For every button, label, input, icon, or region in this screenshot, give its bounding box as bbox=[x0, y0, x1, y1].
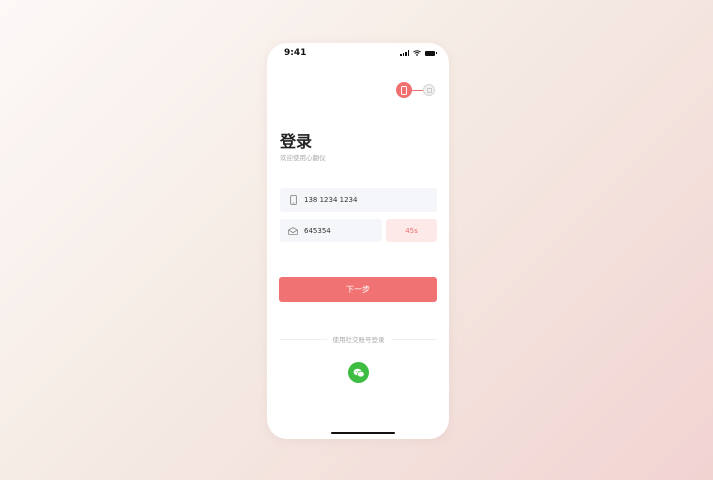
step-indicator bbox=[396, 82, 435, 98]
phone-icon bbox=[288, 195, 298, 205]
status-bar: 9:41 bbox=[267, 43, 449, 65]
home-indicator bbox=[331, 432, 395, 434]
divider-line-right bbox=[390, 338, 437, 340]
status-time: 9:41 bbox=[284, 48, 307, 58]
wechat-login-button[interactable] bbox=[348, 362, 369, 383]
phone-number-input[interactable]: 138 1234 1234 bbox=[280, 188, 437, 212]
battery-icon bbox=[425, 50, 437, 56]
resend-countdown-button[interactable]: 45s bbox=[386, 219, 437, 242]
phone-screen: 9:41 登录 欢迎使用心翻仪 138 1234 1234 645354 45s… bbox=[267, 43, 449, 439]
status-icons bbox=[400, 50, 437, 56]
step-connector bbox=[412, 89, 423, 91]
divider-line-left bbox=[280, 338, 327, 340]
page-title: 登录 bbox=[280, 132, 313, 151]
signal-icon bbox=[400, 50, 409, 56]
next-step-button[interactable]: 下一步 bbox=[279, 277, 437, 302]
wifi-icon bbox=[413, 50, 421, 56]
phone-number-value: 138 1234 1234 bbox=[304, 196, 358, 204]
wechat-icon bbox=[353, 368, 365, 377]
step-1-phone-icon bbox=[396, 82, 412, 98]
verification-code-input[interactable]: 645354 bbox=[280, 219, 382, 242]
step-2-document-icon bbox=[423, 84, 435, 96]
envelope-icon bbox=[288, 226, 298, 236]
social-login-divider: 使用社交账号登录 bbox=[280, 335, 437, 344]
page-subtitle: 欢迎使用心翻仪 bbox=[280, 154, 326, 162]
social-login-label: 使用社交账号登录 bbox=[332, 336, 385, 344]
verification-code-value: 645354 bbox=[304, 226, 331, 235]
